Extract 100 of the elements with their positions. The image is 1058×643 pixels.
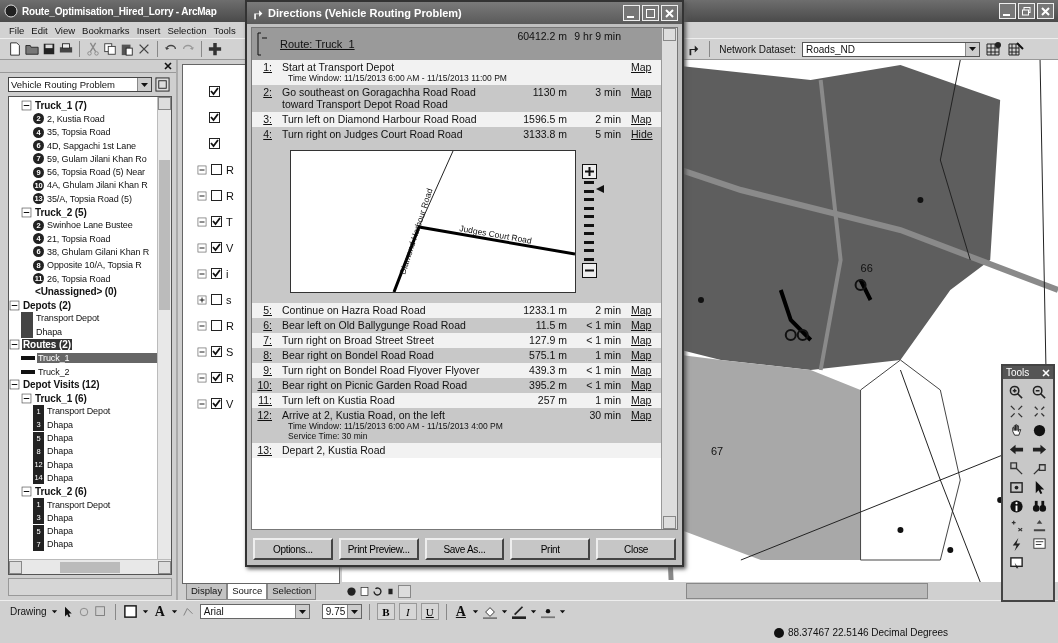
tree-item[interactable]: Dhapa [46, 472, 75, 483]
tree-item[interactable]: 35, Topsia Road [46, 127, 112, 138]
tree-item[interactable]: Dhapa [46, 539, 75, 550]
tree-group-label[interactable]: Depot Visits (12) [22, 379, 101, 391]
layer-name[interactable]: S [226, 345, 234, 358]
step-number-link[interactable]: 3: [252, 113, 282, 125]
panel-tab[interactable]: Selection [267, 584, 317, 600]
step-number-link[interactable]: 2: [252, 86, 282, 98]
tree-group-label[interactable]: Truck_1 (6) [34, 392, 88, 404]
map-link[interactable]: Map [627, 349, 652, 361]
step-distance: 1130 m [531, 86, 568, 98]
dialog-button[interactable]: Options... [253, 538, 333, 560]
tree-item[interactable]: 2, Kustia Road [46, 113, 106, 124]
layer-name[interactable]: T [226, 215, 233, 228]
map-link[interactable]: Map [627, 304, 652, 316]
step-number-link[interactable]: 12: [252, 409, 282, 421]
layer-name[interactable]: R [226, 319, 234, 332]
tree-item[interactable]: Transport Depot [46, 499, 112, 510]
dialog-button[interactable]: Save As... [424, 538, 505, 560]
route-distance: 60412.2 m [516, 30, 568, 42]
layer-name[interactable]: V [226, 241, 234, 254]
network-dataset-dropdown[interactable]: Roads_ND [802, 41, 980, 57]
step-number-link[interactable]: 13: [252, 444, 282, 456]
dialog-button[interactable]: Print [510, 538, 591, 560]
tree-item[interactable]: Swinhoe Lane Bustee [46, 220, 134, 231]
map-link[interactable]: Map [627, 61, 652, 73]
tree-item[interactable]: Opposite 10/A, Topsia R [46, 260, 143, 271]
menu-item[interactable]: Bookmarks [81, 24, 131, 36]
layer-name[interactable]: i [226, 267, 229, 280]
step-number-link[interactable]: 10: [252, 379, 282, 391]
font-color-button[interactable]: A [453, 603, 468, 620]
menu-item[interactable]: Selection [166, 24, 208, 36]
tree-item[interactable]: Dhapa [46, 446, 75, 457]
font-size-dropdown[interactable]: 9.75 [321, 604, 362, 619]
layer-name[interactable]: R [226, 189, 234, 202]
step-number-link[interactable]: 1: [252, 61, 282, 73]
dialog-button[interactable]: Print Preview... [338, 538, 419, 560]
tree-item[interactable]: 59, Gulam Jilani Khan Ro [46, 153, 148, 164]
map-link[interactable]: Hide [627, 128, 653, 140]
drawing-menu[interactable]: Drawing [10, 606, 47, 617]
step-number-link[interactable]: 5: [252, 304, 282, 316]
menu-item[interactable]: Tools [212, 24, 237, 36]
tree-item[interactable]: Dhapa [35, 326, 64, 337]
tree-item[interactable]: 35/A, Topsia Road (5) [46, 193, 133, 204]
panel-tab[interactable]: Display [186, 584, 228, 600]
menu-item[interactable]: File [8, 24, 26, 36]
tree-group-label[interactable]: Routes (2) [22, 339, 72, 351]
text-style-button[interactable]: I [398, 603, 417, 620]
map-link[interactable]: Map [627, 379, 652, 391]
menu-item[interactable]: View [53, 24, 77, 36]
map-link[interactable]: Map [627, 319, 652, 331]
tree-item[interactable]: Transport Depot [46, 406, 112, 417]
coordinates-readout: 88.37467 22.5146 Decimal Degrees [787, 627, 948, 638]
tree-item[interactable]: Dhapa [46, 526, 75, 537]
layer-name[interactable]: R [226, 163, 234, 176]
tree-group-label[interactable]: Truck_1 (7) [34, 100, 88, 112]
map-link[interactable]: Map [627, 409, 652, 421]
menu-item[interactable]: Edit [30, 24, 49, 36]
step-time: 2 min [594, 304, 622, 316]
tree-item[interactable]: 4D, Sapgachi 1st Lane [46, 140, 137, 151]
tree-item[interactable]: 56, Topsia Road (5) Near [46, 167, 146, 178]
step-number-link[interactable]: 4: [252, 128, 282, 140]
layer-name[interactable]: V [226, 397, 234, 410]
tree-item[interactable]: Truck_1 [37, 353, 157, 364]
tree-group-label[interactable]: Truck_2 (6) [34, 485, 88, 497]
tree-group-label[interactable]: <Unassigned> (0) [34, 286, 118, 298]
layer-name[interactable]: s [226, 293, 232, 306]
tree-item[interactable]: 21, Topsia Road [46, 233, 112, 244]
step-number-link[interactable]: 7: [252, 334, 282, 346]
tree-item[interactable]: Truck_2 [37, 366, 71, 377]
step-number-link[interactable]: 8: [252, 349, 282, 361]
tree-group-label[interactable]: Truck_2 (5) [34, 206, 88, 218]
map-link[interactable]: Map [627, 394, 652, 406]
font-dropdown[interactable]: Arial [199, 604, 310, 619]
text-style-button[interactable]: U [420, 603, 439, 620]
step-number-link[interactable]: 11: [252, 394, 282, 406]
tree-item[interactable]: Dhapa [46, 433, 75, 444]
tree-item[interactable]: 38, Ghulam Gilani Khan R [46, 246, 151, 257]
menu-item[interactable]: Insert [135, 24, 162, 36]
tree-item[interactable]: Dhapa [46, 459, 75, 470]
map-link[interactable]: Map [627, 364, 652, 376]
tree-item[interactable]: 26, Topsia Road [46, 273, 112, 284]
map-link[interactable]: Map [627, 113, 652, 125]
layer-name[interactable]: R [226, 371, 234, 384]
step-number-link[interactable]: 9: [252, 364, 282, 376]
tree-item[interactable]: Dhapa [46, 419, 75, 430]
tree-group-label[interactable]: Depots (2) [22, 299, 72, 311]
step-time: 5 min [594, 128, 622, 140]
map-link[interactable]: Map [627, 86, 652, 98]
dialog-button[interactable]: Close [596, 538, 676, 560]
route-name-link[interactable]: Route: Truck_1 [272, 30, 513, 50]
step-number-link[interactable]: 6: [252, 319, 282, 331]
tree-item[interactable]: Transport Depot [35, 313, 101, 324]
new-text-tool[interactable]: A [152, 603, 167, 620]
panel-tab[interactable]: Source [227, 584, 268, 600]
map-link[interactable]: Map [627, 334, 652, 346]
tree-item[interactable]: Dhapa [46, 512, 75, 523]
tree-item[interactable]: 4A, Ghulam Jilani Khan R [46, 180, 149, 191]
problem-dropdown[interactable]: Vehicle Routing Problem [8, 77, 152, 92]
text-style-button[interactable]: B [376, 603, 395, 620]
